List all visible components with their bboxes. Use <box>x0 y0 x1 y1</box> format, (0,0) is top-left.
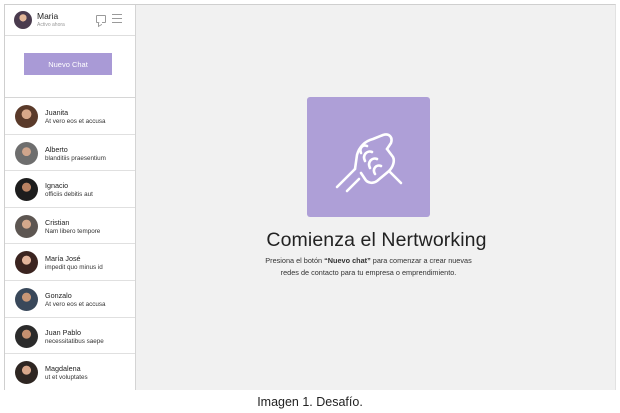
contact-item-juanita[interactable]: Juanita At vero eos et accusa <box>5 98 135 135</box>
contact-item-magdalena[interactable]: Magdalena ut et voluptates <box>5 354 135 390</box>
sidebar: Maria Activo ahora Nuevo Chat Juanita At… <box>5 5 136 390</box>
contact-last-message: Nam libero tempore <box>45 227 101 235</box>
contact-list: Juanita At vero eos et accusa Alberto bl… <box>5 98 135 390</box>
contact-item-alberto[interactable]: Alberto blanditiis praesentium <box>5 135 135 172</box>
user-name: Maria <box>37 11 59 21</box>
contact-item-maria-jose[interactable]: María José impedit quo minus id <box>5 244 135 281</box>
avatar <box>15 105 38 128</box>
chat-bubble-icon[interactable] <box>96 15 106 23</box>
contact-last-message: At vero eos et accusa <box>45 300 106 308</box>
contact-last-message: blanditiis praesentium <box>45 154 106 162</box>
avatar <box>15 214 38 238</box>
contact-last-message: necessitatibus saepe <box>45 337 104 345</box>
hero-illustration <box>307 97 430 217</box>
contact-item-juan-pablo[interactable]: Juan Pablo necessitatibus saepe <box>5 318 135 355</box>
app-window: Maria Activo ahora Nuevo Chat Juanita At… <box>4 4 616 390</box>
contact-item-ignacio[interactable]: Ignacio officiis debitis aut <box>5 171 135 208</box>
avatar <box>15 324 38 348</box>
contact-item-gonzalo[interactable]: Gonzalo At vero eos et accusa <box>5 281 135 318</box>
avatar <box>15 141 38 165</box>
contact-name: Cristian <box>45 217 70 227</box>
contact-name: Juanita <box>45 108 69 117</box>
avatar <box>15 251 38 275</box>
contact-last-message: impedit quo minus id <box>45 264 103 272</box>
main-panel: Comienza el Nertworking Presiona el botó… <box>136 5 615 390</box>
new-chat-button[interactable]: Nuevo Chat <box>24 53 112 75</box>
description-highlight: “Nuevo chat” <box>324 256 371 265</box>
avatar <box>15 178 38 202</box>
contact-item-cristian[interactable]: Cristian Nam libero tempore <box>5 208 135 245</box>
contact-name: Alberto <box>45 144 68 154</box>
avatar <box>15 361 38 385</box>
contact-name: Gonzalo <box>45 290 72 300</box>
contact-name: Magdalena <box>45 364 81 374</box>
hero-description: Presiona el botón “Nuevo chat” para come… <box>256 255 481 279</box>
handshake-icon <box>335 133 402 193</box>
contact-name: María José <box>45 254 81 264</box>
user-avatar[interactable] <box>14 11 32 29</box>
figure-caption: Imagen 1. Desafío. <box>257 395 363 409</box>
new-chat-area: Nuevo Chat <box>5 36 135 98</box>
menu-icon[interactable] <box>112 14 122 23</box>
page-title: Comienza el Nertworking <box>266 229 487 251</box>
description-prefix: Presiona el botón <box>265 256 325 265</box>
contact-last-message: ut et voluptates <box>45 374 88 382</box>
contact-last-message: At vero eos et accusa <box>45 118 106 125</box>
contact-last-message: officiis debitis aut <box>45 191 93 199</box>
contact-name: Ignacio <box>45 181 69 191</box>
avatar <box>15 287 38 311</box>
user-header: Maria Activo ahora <box>5 5 135 36</box>
contact-name: Juan Pablo <box>45 327 81 337</box>
user-status: Activo ahora <box>37 22 65 28</box>
